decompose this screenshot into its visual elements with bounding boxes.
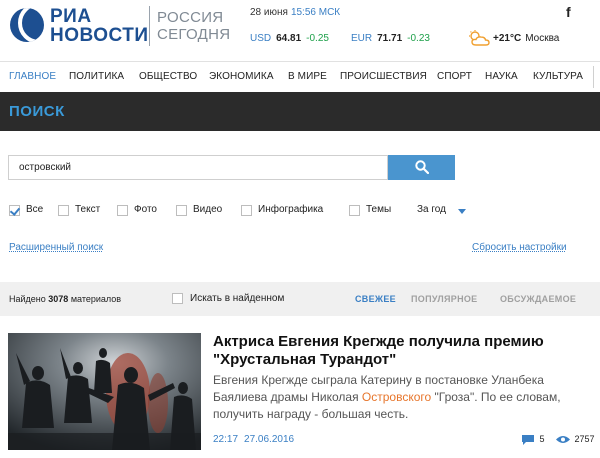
article-lead: Евгения Крегжде сыграла Катерину в поста… — [213, 372, 598, 423]
logo-rossiya-text: РОССИЯ — [157, 9, 224, 26]
logo-divider — [149, 6, 150, 46]
ria-logo[interactable]: РИА НОВОСТИ РОССИЯ СЕГОДНЯ — [10, 6, 230, 48]
theatre-photo — [8, 333, 201, 450]
date-time: 28 июня 15:56 МСК — [250, 7, 340, 18]
views-count: 2757 — [556, 434, 595, 444]
found-prefix: Найдено — [9, 294, 46, 304]
filter-topics-label[interactable]: Темы — [366, 204, 391, 215]
search-icon — [415, 160, 429, 174]
logo-segodnya-text: СЕГОДНЯ — [157, 26, 231, 43]
usd-change: -0.25 — [306, 33, 329, 44]
search-in-found-checkbox[interactable] — [172, 293, 183, 304]
filter-text-label[interactable]: Текст — [75, 204, 100, 215]
nav-item-politika[interactable]: ПОЛИТИКА — [69, 71, 124, 82]
filter-infographics-checkbox[interactable] — [241, 205, 252, 216]
comments-value: 5 — [539, 434, 545, 444]
filter-topics-checkbox[interactable] — [349, 205, 360, 216]
views-value: 2757 — [574, 434, 595, 444]
nav-item-v-mire[interactable]: В МИРЕ — [288, 71, 327, 82]
search-button[interactable] — [388, 155, 455, 180]
city-name: Москва — [525, 32, 560, 44]
site-header: РИА НОВОСТИ РОССИЯ СЕГОДНЯ 28 июня 15:56 … — [0, 0, 600, 64]
filter-video-label[interactable]: Видео — [193, 204, 222, 215]
filter-infographics-label[interactable]: Инфографика — [258, 204, 323, 215]
sort-new-tab[interactable]: СВЕЖЕЕ — [355, 294, 396, 304]
article-time: 22:17 — [213, 434, 239, 445]
results-count: Найдено 3078 материалов — [9, 294, 121, 304]
nav-item-glavnoe[interactable]: ГЛАВНОЕ — [9, 71, 56, 82]
globe-icon — [10, 8, 44, 42]
usd-value: 64.81 — [276, 33, 302, 44]
filter-video-checkbox[interactable] — [176, 205, 187, 216]
page-title: ПОИСК — [9, 103, 65, 120]
usd-rate[interactable]: USD 64.81 -0.25 — [250, 33, 329, 44]
reset-settings-link[interactable]: Сбросить настройки — [472, 242, 567, 253]
nav-item-sport[interactable]: СПОРТ — [437, 71, 472, 82]
search-in-found-label[interactable]: Искать в найденном — [190, 293, 284, 304]
search-title-bar: ПОИСК — [0, 92, 600, 131]
temperature: +21°C — [493, 32, 522, 44]
logo-rossiya-segodnya: РОССИЯ СЕГОДНЯ — [157, 9, 230, 43]
nav-item-nauka[interactable]: НАУКА — [485, 71, 518, 82]
main-nav: ГЛАВНОЕ ПОЛИТИКА ОБЩЕСТВО ЭКОНОМИКА В МИ… — [0, 62, 600, 92]
search-highlight: Островского — [361, 390, 432, 404]
filter-all-label[interactable]: Все — [26, 204, 43, 215]
found-count: 3078 — [48, 294, 69, 304]
logo-ria-text: РИА — [50, 6, 92, 27]
filter-all-checkbox[interactable] — [9, 205, 20, 216]
partly-cloudy-icon — [469, 30, 490, 46]
facebook-icon[interactable]: f — [566, 4, 571, 20]
nav-more-divider — [593, 66, 594, 88]
eur-rate[interactable]: EUR 71.71 -0.23 — [351, 33, 430, 44]
current-date: 28 июня — [250, 7, 288, 18]
chevron-down-icon[interactable] — [458, 209, 466, 214]
sort-discussed-tab[interactable]: ОБСУЖДАЕМОЕ — [500, 294, 576, 304]
article-date: 27.06.2016 — [244, 434, 295, 445]
article-thumbnail[interactable] — [8, 333, 201, 450]
found-suffix: материалов — [70, 294, 122, 304]
nav-item-kultura[interactable]: КУЛЬТУРА — [533, 71, 583, 82]
comments-count[interactable]: 5 — [522, 434, 545, 445]
eur-label: EUR — [351, 33, 373, 44]
nav-item-proisshestviya[interactable]: ПРОИСШЕСТВИЯ — [340, 71, 427, 82]
nav-item-ekonomika[interactable]: ЭКОНОМИКА — [209, 71, 274, 82]
advanced-search-link[interactable]: Расширенный поиск — [9, 242, 103, 253]
eur-change: -0.23 — [407, 33, 430, 44]
usd-label: USD — [250, 33, 272, 44]
period-select[interactable]: За год — [417, 204, 446, 215]
eye-icon — [556, 436, 570, 444]
article-meta: 22:17 27.06.2016 — [213, 434, 294, 445]
filter-photo-checkbox[interactable] — [117, 205, 128, 216]
comment-icon — [522, 434, 534, 445]
eur-value: 71.71 — [377, 33, 403, 44]
nav-item-obshchestvo[interactable]: ОБЩЕСТВО — [139, 71, 197, 82]
logo-novosti-text: НОВОСТИ — [50, 25, 149, 46]
article-title[interactable]: Актриса Евгения Крегжде получила премию … — [213, 333, 593, 369]
weather-widget[interactable]: +21°C Москва — [468, 30, 559, 46]
filter-photo-label[interactable]: Фото — [134, 204, 157, 215]
sort-popular-tab[interactable]: ПОПУЛЯРНОЕ — [411, 294, 477, 304]
search-input[interactable] — [8, 155, 388, 180]
current-time: 15:56 МСК — [290, 7, 341, 18]
filter-text-checkbox[interactable] — [58, 205, 69, 216]
